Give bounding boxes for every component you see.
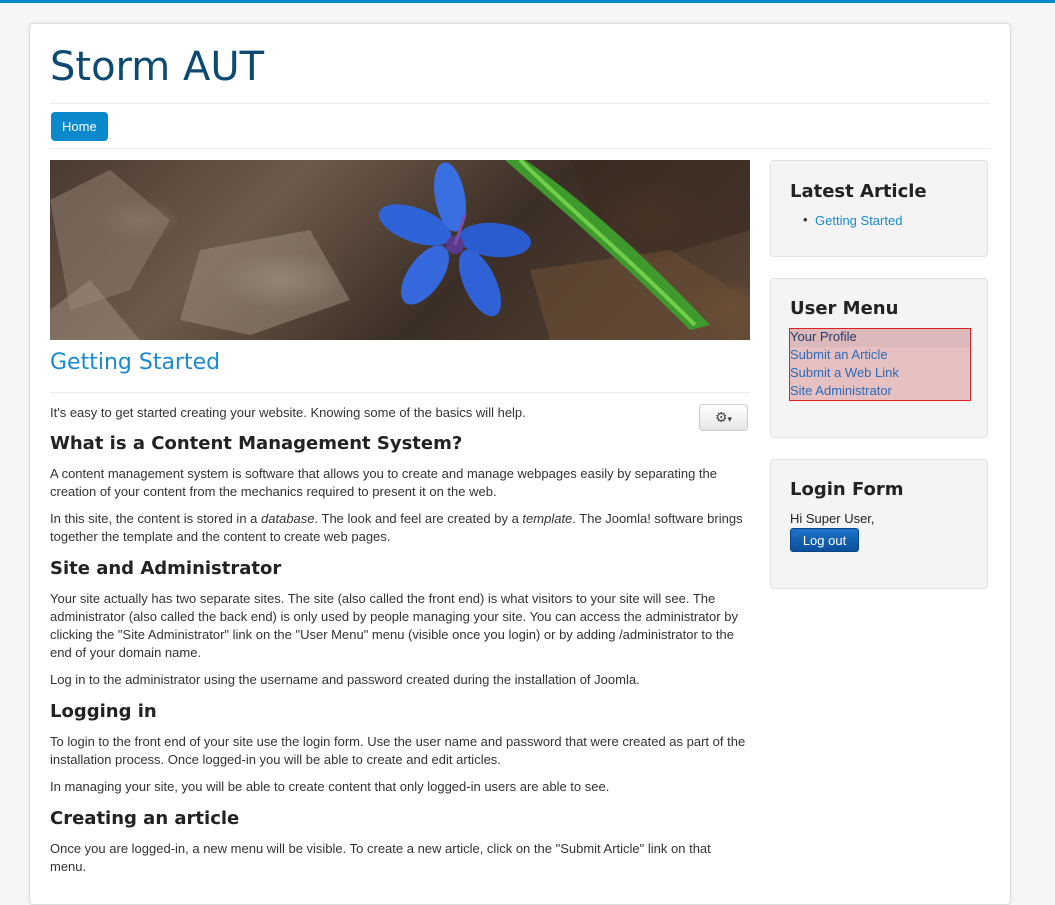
divider [50,103,990,104]
module-title: Login Form [790,479,904,500]
menu-item-your-profile[interactable]: Your Profile [790,329,857,344]
login-greeting: Hi Super User, [790,511,875,526]
divider [50,392,750,393]
section-title: Logging in [50,701,157,722]
menu-item-submit-web-link[interactable]: Submit a Web Link [790,365,899,380]
paragraph: A content management system is software … [50,466,717,499]
user-menu-list: Your Profile Submit an Article Submit a … [789,328,971,401]
divider [50,148,990,149]
latest-article-link[interactable]: Getting Started [815,213,902,228]
nav-home-link[interactable]: Home [51,112,108,141]
paragraph: Once you are logged-in, a new menu will … [50,841,711,874]
module-title: User Menu [790,298,899,319]
page-container: Storm AUT Home Getting Started ⚙▾ It's e… [29,23,1011,905]
article-intro: It's easy to get started creating your w… [50,404,750,422]
section-title: Creating an article [50,808,240,829]
paragraph: In managing your site, you will be able … [50,779,610,794]
paragraph: In this site, the content is stored in a… [50,511,743,544]
section-title: What is a Content Management System? [50,433,463,454]
paragraph: To login to the front end of your site u… [50,734,746,767]
logout-button[interactable]: Log out [790,528,859,552]
intro-text: It's easy to get started creating your w… [50,405,526,420]
paragraph: Log in to the administrator using the us… [50,672,640,687]
flower-image [50,160,750,340]
section-title: Site and Administrator [50,558,282,579]
user-menu-module: User Menu Your Profile Submit an Article… [770,278,988,438]
paragraph: Your site actually has two separate site… [50,591,738,660]
menu-item-submit-article[interactable]: Submit an Article [790,347,888,362]
hero-image [50,160,750,340]
menu-item-site-administrator[interactable]: Site Administrator [790,383,892,398]
bullet: • [803,212,808,227]
module-title: Latest Article [790,181,927,202]
site-title[interactable]: Storm AUT [50,44,264,90]
login-form-module: Login Form Hi Super User, Log out [770,459,988,589]
article-title[interactable]: Getting Started [50,350,220,375]
latest-article-module: Latest Article • Getting Started [770,160,988,257]
